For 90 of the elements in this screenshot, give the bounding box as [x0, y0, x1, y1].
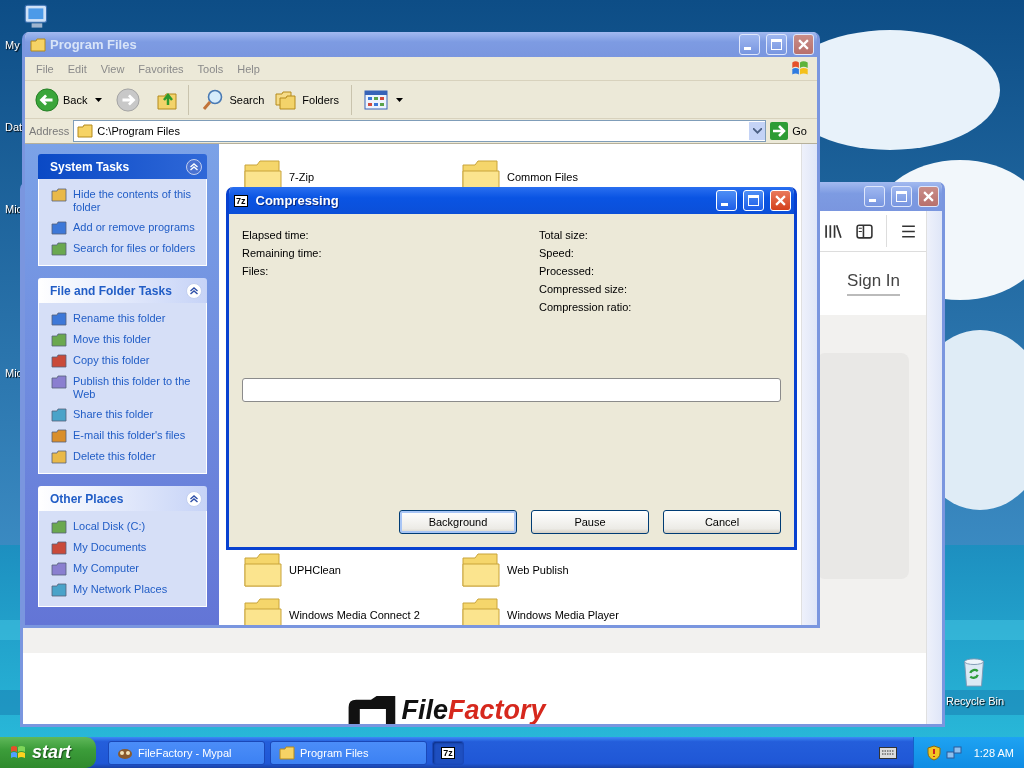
desktop-icon-label[interactable]: Mic	[5, 203, 23, 215]
address-label: Address	[29, 125, 70, 137]
desktop-icon-label[interactable]: Mic	[5, 367, 23, 379]
folder-icon	[51, 450, 67, 464]
dropdown-icon[interactable]	[752, 128, 762, 134]
close-icon	[798, 39, 809, 50]
file-name[interactable]: UPHClean	[289, 564, 341, 576]
folder-icon	[51, 242, 67, 256]
folder-icon	[51, 408, 67, 422]
taskbar-button[interactable]: 7z	[432, 740, 464, 765]
folder-icon	[51, 354, 67, 368]
minimize-icon	[868, 199, 876, 202]
folder-icon	[51, 333, 67, 347]
folder-icon	[51, 221, 67, 235]
panel-header[interactable]: System Tasks	[38, 154, 207, 179]
chevron-icon[interactable]	[186, 282, 202, 299]
task-link[interactable]: Move this folder	[73, 333, 198, 346]
task-link[interactable]: My Documents	[73, 541, 198, 554]
folder-icon	[77, 124, 94, 138]
file-name[interactable]: Windows Media Connect 2	[289, 609, 420, 621]
views-icon	[364, 87, 388, 112]
stat-label: Processed:	[539, 264, 596, 279]
dialog-button[interactable]: Background	[399, 510, 517, 534]
file-name[interactable]: Web Publish	[507, 564, 569, 576]
panel-header[interactable]: Other Places	[38, 486, 207, 511]
stat-label: Compression ratio:	[539, 300, 632, 315]
folder-icon	[51, 583, 67, 597]
desktop-icon-label[interactable]: My	[5, 39, 20, 51]
folder-icon	[51, 312, 67, 326]
task-link[interactable]: Hide the contents of this folder	[73, 188, 198, 214]
menu-icon[interactable]	[899, 222, 918, 240]
folder-icon	[51, 429, 67, 443]
task-link[interactable]: Delete this folder	[73, 450, 198, 463]
stat-label: Elapsed time:	[242, 228, 310, 243]
caret-icon	[396, 97, 403, 102]
folder-icon	[51, 541, 67, 555]
scrollbar[interactable]	[801, 144, 817, 625]
panel-header[interactable]: File and Folder Tasks	[38, 278, 207, 303]
folder-icon	[30, 37, 46, 52]
maximize-icon	[896, 191, 907, 202]
desktop-icon-label[interactable]: Dat	[5, 121, 23, 133]
window-title: Compressing	[255, 193, 339, 208]
start-button[interactable]: start	[0, 737, 96, 768]
task-link[interactable]: My Network Places	[73, 583, 198, 596]
task-link[interactable]: Share this folder	[73, 408, 198, 421]
file-name[interactable]: Common Files	[507, 171, 578, 183]
task-link[interactable]: Search for files or folders	[73, 242, 198, 255]
caret-icon	[95, 97, 103, 102]
stat-label: Total size:	[539, 228, 589, 243]
window-title: Program Files	[50, 37, 137, 52]
minimize-icon	[720, 203, 728, 206]
sidebar-icon[interactable]	[855, 222, 874, 240]
keyboard-icon[interactable]	[878, 746, 897, 759]
logo-text: FileFactory	[401, 696, 546, 724]
chevron-icon[interactable]	[186, 158, 202, 175]
task-link[interactable]: Add or remove programs	[73, 221, 198, 234]
folder-icon	[51, 520, 67, 534]
folder-icon	[51, 562, 67, 576]
app-icon: 7z	[234, 194, 248, 207]
task-link[interactable]: Local Disk (C:)	[73, 520, 198, 533]
taskbar-button[interactable]: Program Files	[270, 740, 427, 765]
clock: 1:28 AM	[973, 746, 1014, 759]
network-icon[interactable]	[945, 744, 962, 761]
desktop-icon-label[interactable]: Recycle Bin	[946, 695, 1005, 707]
stat-label: Compressed size:	[539, 282, 629, 297]
task-link[interactable]: Copy this folder	[73, 354, 198, 367]
stat-label: Speed:	[539, 246, 575, 261]
minimize-icon	[743, 47, 751, 50]
close-icon	[923, 191, 934, 202]
library-icon[interactable]	[824, 222, 843, 240]
task-link[interactable]: My Computer	[73, 562, 198, 575]
task-link[interactable]: Rename this folder	[73, 312, 198, 325]
task-link[interactable]: E-mail this folder's files	[73, 429, 198, 442]
maximize-icon	[748, 195, 759, 206]
go-arrow-icon	[770, 122, 789, 140]
stat-label: Files:	[242, 264, 270, 279]
taskbar-button[interactable]: FileFactory - Mypal	[108, 740, 265, 765]
shield-icon[interactable]	[925, 744, 942, 761]
chevron-icon[interactable]	[186, 490, 202, 507]
task-link[interactable]: Publish this folder to the Web	[73, 375, 198, 401]
dialog-button[interactable]: Pause	[531, 510, 649, 534]
folder-icon	[51, 188, 67, 202]
file-name[interactable]: Windows Media Player	[507, 609, 619, 621]
maximize-icon	[771, 39, 782, 50]
stat-label: Remaining time:	[242, 246, 323, 261]
close-icon	[775, 195, 786, 206]
folder-icon	[51, 375, 67, 389]
file-name[interactable]: 7-Zip	[289, 171, 315, 183]
dialog-button[interactable]: Cancel	[663, 510, 781, 534]
folder-icon	[279, 744, 295, 761]
